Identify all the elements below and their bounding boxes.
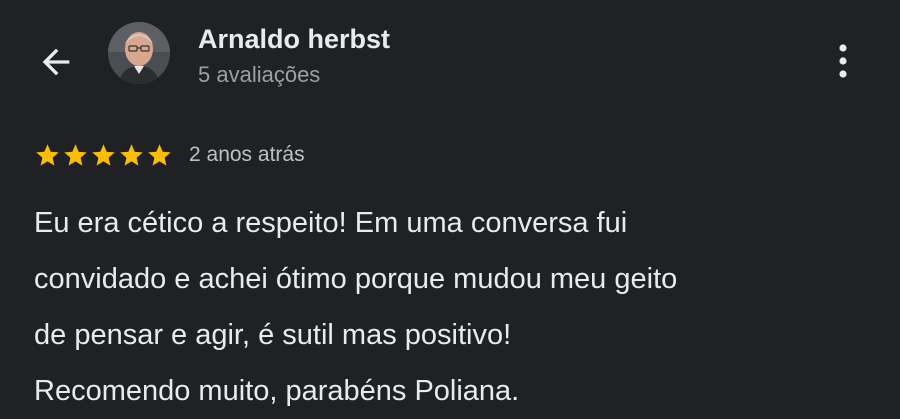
- review-line: Recomendo muito, parabéns Poliana.: [34, 375, 520, 407]
- review-time: 2 anos atrás: [189, 143, 305, 166]
- review-line: de pensar e agir, é sutil mas positivo!: [34, 319, 512, 351]
- star-icon: [36, 143, 59, 166]
- reviewer-header: Arnaldo herbst 5 avaliações: [0, 0, 900, 120]
- more-options-button[interactable]: [828, 40, 858, 82]
- reviewer-name[interactable]: Arnaldo herbst: [198, 24, 390, 55]
- rating-row: 2 anos atrás: [34, 140, 305, 170]
- star-icon: [148, 143, 171, 166]
- more-vert-icon: [839, 44, 847, 78]
- back-button[interactable]: [34, 42, 78, 82]
- arrow-back-icon: [42, 48, 70, 76]
- reviewer-photo: [108, 22, 170, 84]
- reviewer-review-count: 5 avaliações: [198, 62, 321, 87]
- avatar[interactable]: [108, 22, 170, 84]
- star-icon: [120, 143, 143, 166]
- star-rating: [34, 142, 173, 169]
- star-icon: [64, 143, 87, 166]
- review-line: Eu era cético a respeito! Em uma convers…: [34, 207, 628, 239]
- review-line: convidado e achei ótimo porque mudou meu…: [34, 263, 678, 295]
- review-text: Eu era cético a respeito! Em uma convers…: [34, 195, 884, 419]
- star-icon: [92, 143, 115, 166]
